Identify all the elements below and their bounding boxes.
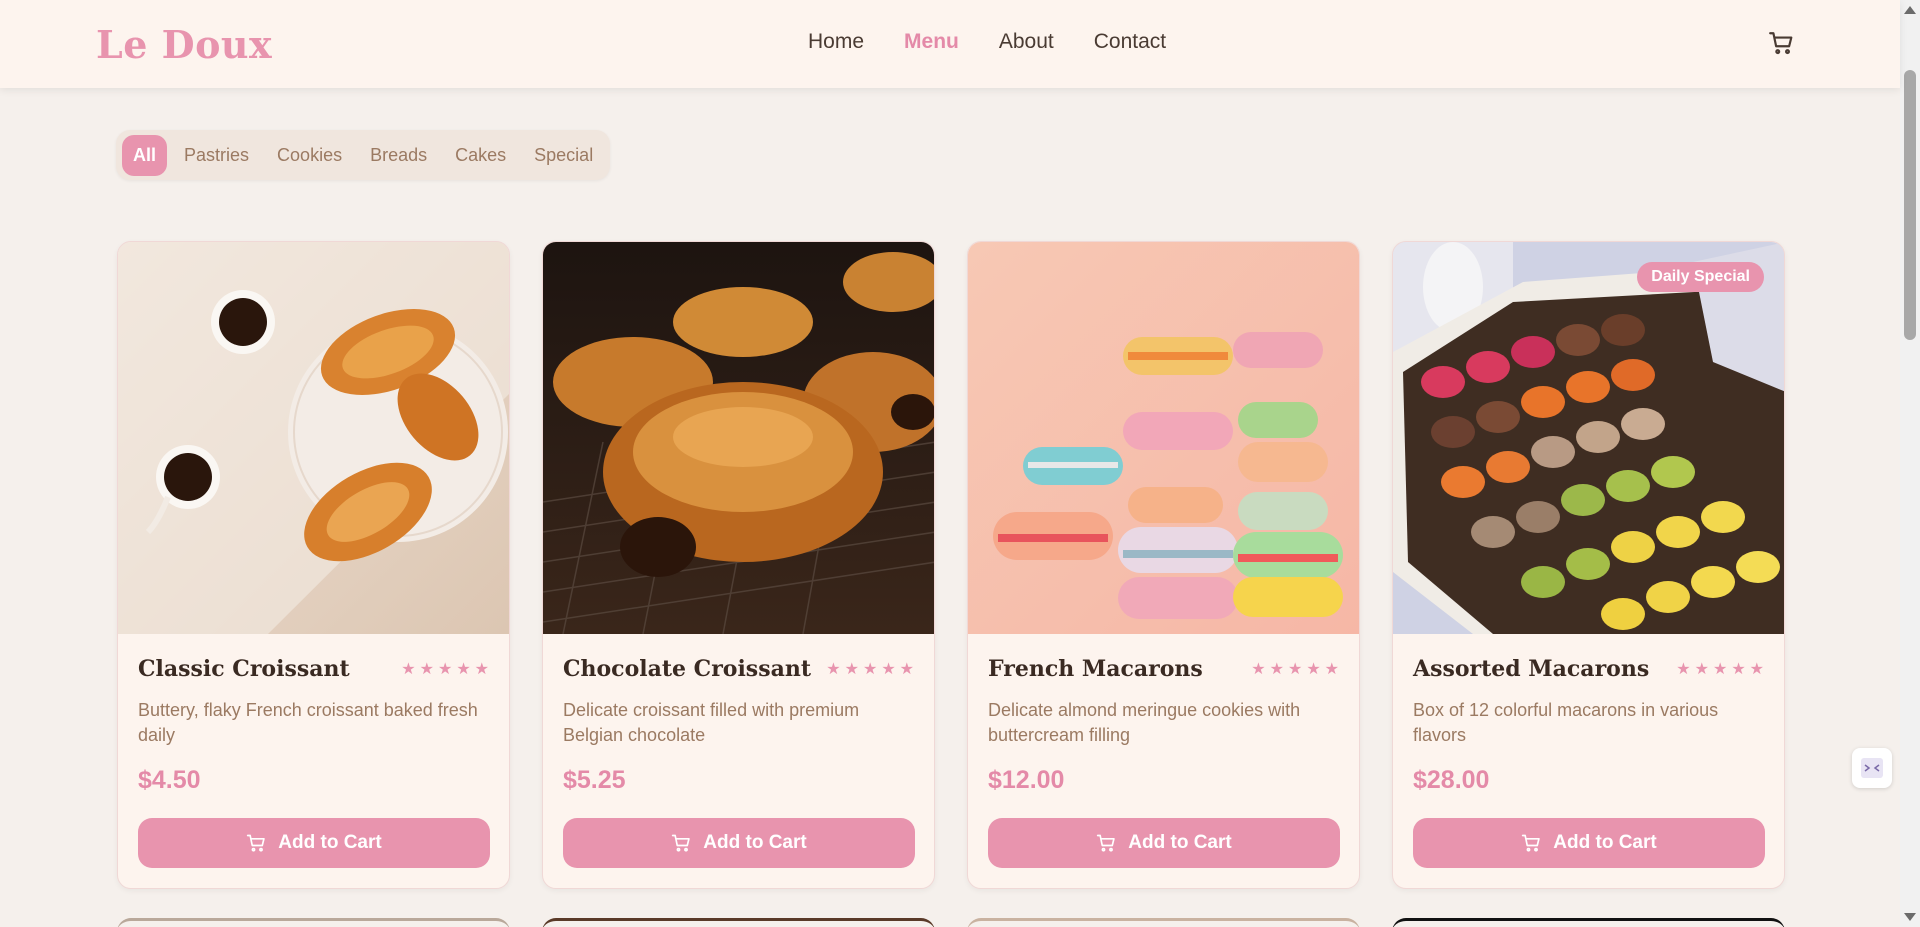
page-scrollbar[interactable] [1900,0,1920,927]
scroll-down-arrow-icon[interactable] [1904,913,1916,921]
daily-special-badge: Daily Special [1637,262,1764,292]
add-to-cart-button[interactable]: Add to Cart [1413,818,1765,868]
filter-breads[interactable]: Breads [359,135,438,176]
product-description: Buttery, flaky French croissant baked fr… [138,700,478,745]
star-icon: ★ [1694,661,1709,678]
star-icon: ★ [474,661,489,678]
product-card: Daily Special Assorted Macarons ★ ★ ★ ★ … [1392,241,1785,889]
product-price: $12.00 [988,766,1065,794]
product-description: Box of 12 colorful macarons in various f… [1413,700,1719,745]
star-icon: ★ [826,661,841,678]
star-icon: ★ [1712,661,1728,678]
filter-cakes[interactable]: Cakes [444,135,517,176]
star-icon: ★ [437,661,453,678]
product-card-peek [542,918,935,927]
add-to-cart-label: Add to Cart [1128,832,1232,853]
product-title[interactable]: Assorted Macarons [1413,656,1649,682]
star-icon: ★ [456,661,471,678]
star-icon: ★ [1324,661,1339,678]
product-description: Delicate croissant filled with premium B… [563,700,860,745]
star-icon: ★ [1269,661,1284,678]
product-title[interactable]: Classic Croissant [138,656,350,682]
filter-all[interactable]: All [122,134,168,176]
rating-stars: ★ ★ ★ ★ ★ [1676,662,1764,678]
product-card-peek [1392,918,1785,927]
add-to-cart-label: Add to Cart [278,832,382,853]
site-header: Le Doux Home Menu About Contact [0,0,1900,88]
product-title[interactable]: French Macarons [988,656,1203,682]
rating-stars: ★ ★ ★ ★ ★ [401,662,489,678]
product-price: $28.00 [1413,766,1490,794]
cart-icon [672,834,691,852]
cart-icon [1769,32,1793,55]
scroll-up-arrow-icon[interactable] [1904,6,1916,14]
filter-cookies[interactable]: Cookies [266,135,353,176]
rating-stars: ★ ★ ★ ★ ★ [826,662,914,678]
star-icon: ★ [1287,661,1303,678]
nav-about[interactable]: About [999,30,1054,54]
star-icon: ★ [1676,661,1691,678]
star-icon: ★ [1306,661,1321,678]
star-icon: ★ [419,661,434,678]
product-price: $4.50 [138,766,201,794]
product-image-chocolate-croissant[interactable] [543,242,935,634]
add-to-cart-button[interactable]: Add to Cart [563,818,915,868]
filter-pastries[interactable]: Pastries [173,135,260,176]
product-price: $5.25 [563,766,626,794]
product-card: French Macarons ★ ★ ★ ★ ★ Delicate almon… [967,241,1360,889]
cart-icon [247,834,266,852]
main-nav: Home Menu About Contact [808,30,1166,54]
product-image-croissants-coffee[interactable] [118,242,510,634]
product-description: Delicate almond meringue cookies with bu… [988,700,1301,745]
product-card: Chocolate Croissant ★ ★ ★ ★ ★ Delicate c… [542,241,935,889]
brand-logo[interactable]: Le Doux [96,22,272,67]
nav-contact[interactable]: Contact [1094,30,1166,54]
star-icon: ★ [844,661,859,678]
product-card: Classic Croissant ★ ★ ★ ★ ★ Buttery, fla… [117,241,510,889]
product-card-peek [967,918,1360,927]
star-icon: ★ [401,661,416,678]
add-to-cart-label: Add to Cart [1553,832,1657,853]
product-title[interactable]: Chocolate Croissant [563,656,811,682]
cart-button[interactable] [1768,30,1794,56]
product-card-peek [117,918,510,927]
filter-special[interactable]: Special [523,135,604,176]
add-to-cart-button[interactable]: Add to Cart [138,818,490,868]
star-icon: ★ [1749,661,1764,678]
floating-widget-button[interactable] [1852,748,1892,788]
add-to-cart-button[interactable]: Add to Cart [988,818,1340,868]
rating-stars: ★ ★ ★ ★ ★ [1251,662,1339,678]
product-image-macaron-box[interactable] [1393,242,1785,634]
scrollbar-thumb[interactable] [1904,70,1916,340]
star-icon: ★ [899,661,914,678]
star-icon: ★ [862,661,878,678]
add-to-cart-label: Add to Cart [703,832,807,853]
category-filter-bar: All Pastries Cookies Breads Cakes Specia… [116,130,611,180]
cart-icon [1097,834,1116,852]
star-icon: ★ [881,661,896,678]
star-icon: ★ [1731,661,1746,678]
product-image-stacked-macarons[interactable] [968,242,1360,634]
widget-icon [1861,758,1883,778]
nav-home[interactable]: Home [808,30,864,54]
star-icon: ★ [1251,661,1266,678]
nav-menu[interactable]: Menu [904,30,959,54]
cart-icon [1522,834,1541,852]
